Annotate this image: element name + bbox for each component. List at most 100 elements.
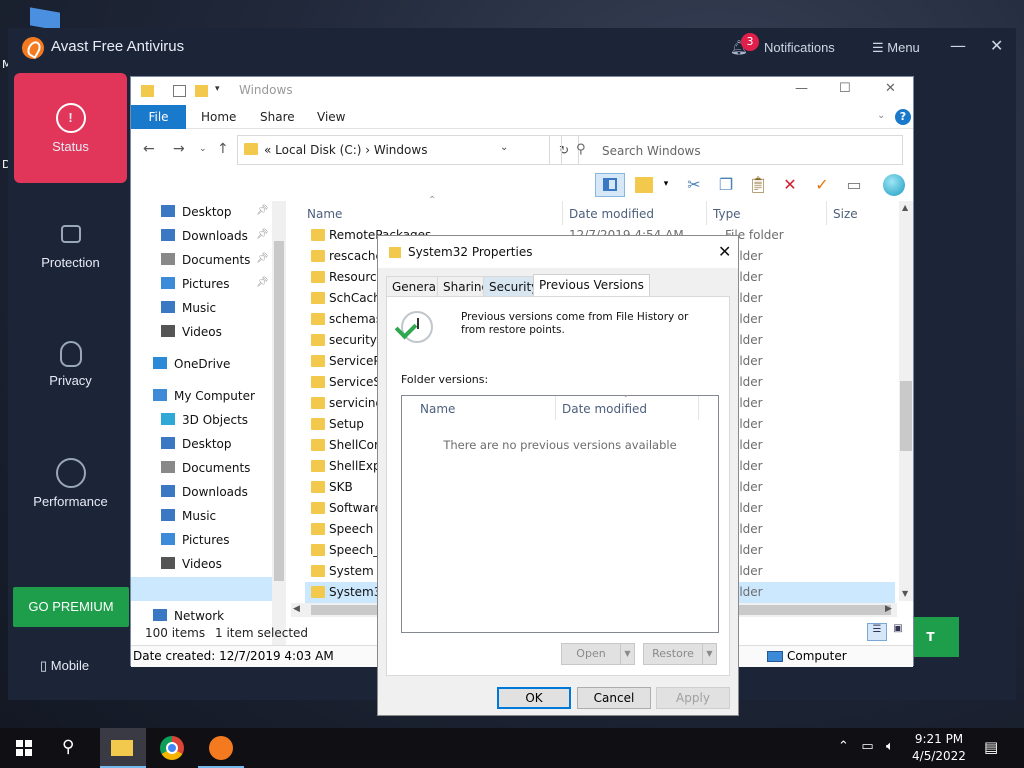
new-folder-icon[interactable] [635, 177, 653, 193]
nav-pane-item[interactable]: Music [161, 509, 216, 529]
address-field[interactable]: « Local Disk (C:) › Windows ⌄ [237, 135, 550, 165]
notifications-button[interactable]: Notifications [764, 40, 835, 55]
globe-icon[interactable] [883, 174, 905, 196]
nav-pane-item[interactable]: Videos [161, 557, 222, 577]
help-icon[interactable]: ? [895, 109, 911, 125]
preview-pane-icon[interactable] [595, 173, 625, 197]
nav-pane-item[interactable]: Documents 📌︎ [161, 253, 269, 273]
close-icon[interactable]: ✕ [718, 242, 731, 261]
column-divider[interactable] [555, 396, 556, 420]
column-divider[interactable] [698, 396, 699, 420]
minimize-button[interactable]: — [950, 36, 966, 55]
file-list-scrollbar[interactable]: ▲ ▼ [899, 201, 913, 601]
large-icons-view-icon[interactable]: ▣ [889, 623, 907, 641]
chevron-down-icon[interactable]: ▾ [655, 179, 677, 199]
tab-previous-versions[interactable]: Previous Versions [533, 274, 650, 297]
properties-icon[interactable] [173, 85, 186, 97]
back-button[interactable]: ← [143, 141, 155, 157]
search-icon[interactable]: ⚲ [62, 737, 74, 757]
column-header-date[interactable]: Date modified [569, 207, 654, 221]
recent-locations-button[interactable]: ⌄ [199, 144, 207, 154]
nav-item-mobile[interactable]: ▯ Mobile [40, 658, 89, 674]
cut-icon[interactable]: ✂ [683, 175, 705, 195]
apply-button[interactable]: Apply [656, 687, 730, 709]
restore-split-button[interactable]: Restore ▼ [643, 643, 717, 665]
scroll-down-icon[interactable]: ▼ [902, 589, 908, 598]
nav-pane-item[interactable]: OneDrive [153, 357, 230, 377]
paste-icon[interactable]: 📋︎ [747, 175, 769, 195]
nav-pane-item[interactable]: Downloads [161, 485, 248, 505]
nav-pane-item[interactable]: 3D Objects [161, 413, 248, 433]
properties-dialog: System32 Properties ✕ General Sharing Se… [377, 235, 739, 716]
minimize-button[interactable]: — [795, 81, 808, 96]
tab-share[interactable]: Share [260, 110, 295, 124]
folder-versions-list[interactable]: Name Date modified ⌄ There are no previo… [401, 390, 719, 633]
open-split-button[interactable]: Open ▼ [561, 643, 635, 665]
column-header-type[interactable]: Type [713, 207, 741, 221]
nav-pane-item[interactable]: Pictures [161, 533, 230, 553]
up-button[interactable]: ↑ [217, 141, 229, 157]
scroll-thumb[interactable] [274, 241, 284, 581]
nav-item-performance[interactable]: Performance [14, 458, 127, 568]
scroll-left-icon[interactable]: ◀ [293, 604, 300, 614]
search-input[interactable]: ⚲ Search Windows [561, 135, 903, 165]
nav-pane-item[interactable]: Desktop 📌︎ [161, 205, 269, 225]
delete-icon[interactable]: ✕ [779, 175, 801, 195]
go-premium-button[interactable]: GO PREMIUM [13, 587, 129, 627]
taskbar: ⚲ ⌃ ▭ 🔈︎ 9:21 PM 4/5/2022 ▤ [0, 728, 1024, 768]
nav-pane-item[interactable]: Documents [161, 461, 250, 481]
expand-ribbon-icon[interactable]: ⌄ [877, 110, 885, 121]
chrome-icon[interactable] [160, 736, 184, 760]
nav-pane-item[interactable]: Pictures 📌︎ [161, 277, 269, 297]
nav-item-status[interactable]: ! Status [14, 73, 127, 183]
nav-item-privacy[interactable]: Privacy [14, 341, 127, 451]
tab-view[interactable]: View [317, 110, 345, 124]
chevron-up-icon[interactable]: ⌃ [838, 739, 849, 754]
ok-button[interactable]: OK [497, 687, 571, 709]
network-icon[interactable]: ▭ [861, 739, 873, 754]
notification-center-icon[interactable]: ▤ [984, 738, 998, 756]
nav-pane-item[interactable]: Desktop [161, 437, 232, 457]
new-folder-icon[interactable] [195, 85, 208, 97]
menu-button[interactable]: ☰ Menu [872, 40, 920, 56]
details-view-icon[interactable]: ☰ [867, 623, 887, 641]
nav-item-protection[interactable]: Protection [14, 221, 127, 331]
column-header-size[interactable]: Size [833, 207, 858, 221]
column-divider[interactable] [826, 201, 827, 225]
nav-pane-item[interactable]: Videos [161, 325, 222, 345]
rename-icon[interactable]: ✓ [811, 175, 833, 195]
cancel-button[interactable]: Cancel [577, 687, 651, 709]
column-divider[interactable] [706, 201, 707, 225]
taskbar-avast[interactable] [198, 728, 244, 768]
close-button[interactable]: ✕ [885, 81, 896, 96]
column-header-date[interactable]: Date modified [562, 402, 647, 416]
nav-selected-highlight [131, 577, 285, 601]
taskbar-clock[interactable]: 9:21 PM 4/5/2022 [908, 731, 970, 765]
customize-quick-access-icon[interactable]: ▾ [215, 84, 228, 96]
nav-pane-item[interactable]: My Computer [153, 389, 255, 409]
chevron-down-icon[interactable]: ▼ [702, 644, 716, 664]
column-header-name[interactable]: Name [307, 207, 342, 221]
nav-scrollbar[interactable] [272, 201, 286, 645]
windows-start-icon[interactable] [16, 740, 32, 756]
copy-icon[interactable]: ❐ [715, 175, 737, 195]
volume-icon[interactable]: 🔈︎ [886, 739, 894, 754]
scroll-right-icon[interactable]: ▶ [885, 604, 892, 614]
maximize-button[interactable]: ☐ [839, 81, 851, 96]
scroll-up-icon[interactable]: ▲ [902, 203, 908, 212]
nav-pane-item[interactable]: Music [161, 301, 216, 321]
nav-pane-item[interactable]: Downloads 📌︎ [161, 229, 269, 249]
taskbar-file-explorer[interactable] [100, 728, 146, 768]
column-divider[interactable] [562, 201, 563, 225]
nav-pane-item-label: Videos [182, 557, 222, 571]
nav-pane-item[interactable]: Network [153, 609, 224, 623]
chevron-down-icon[interactable]: ▼ [620, 644, 634, 664]
chevron-down-icon[interactable]: ⌄ [500, 142, 508, 153]
properties-icon[interactable]: ▭ [843, 175, 865, 195]
column-header-name[interactable]: Name [420, 402, 455, 416]
tab-file[interactable]: File [131, 105, 186, 129]
close-button[interactable]: ✕ [990, 36, 1003, 55]
tab-home[interactable]: Home [201, 110, 236, 124]
forward-button[interactable]: → [173, 141, 185, 157]
scroll-thumb[interactable] [900, 381, 912, 451]
